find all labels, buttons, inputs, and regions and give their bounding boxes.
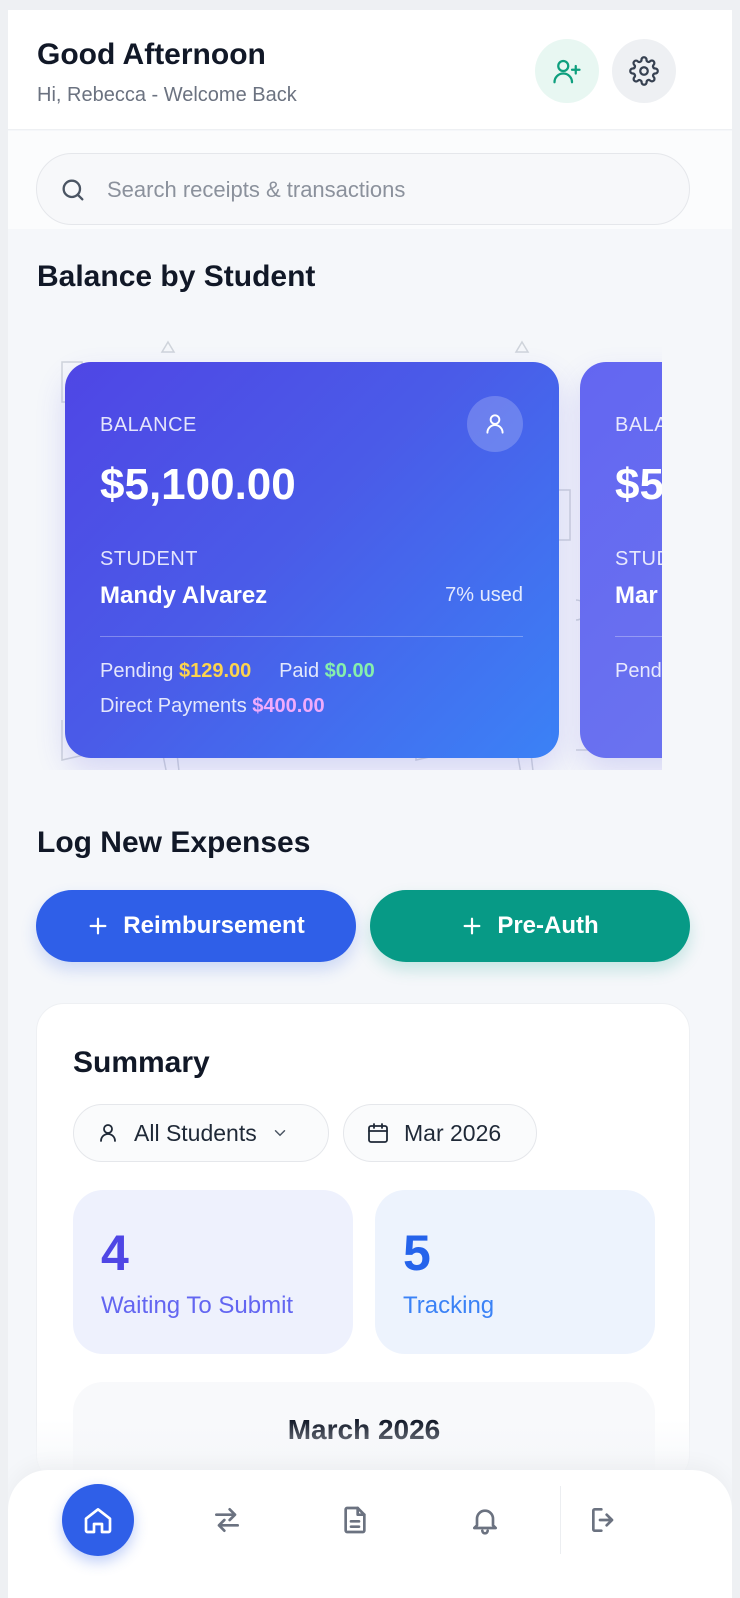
pending-row: Pend xyxy=(615,660,662,683)
nav-transactions[interactable] xyxy=(191,1484,263,1556)
balance-label: BALANCE xyxy=(100,414,197,436)
direct-payments-row: Direct Payments $400.00 xyxy=(100,695,325,718)
person-plus-icon xyxy=(553,59,581,84)
add-reimbursement-button[interactable]: Reimbursement xyxy=(36,890,356,962)
waiting-to-submit-stat[interactable]: 4 Waiting To Submit xyxy=(73,1190,353,1354)
paid-amount: $0.00 xyxy=(324,660,375,682)
reimbursement-label: Reimbursement xyxy=(123,912,305,939)
nav-logout[interactable] xyxy=(568,1484,640,1556)
search-section xyxy=(8,131,732,229)
student-filter-value: All Students xyxy=(134,1119,257,1146)
gear-icon xyxy=(629,56,659,86)
student-name: Mandy Alvarez xyxy=(100,582,268,609)
greeting-title: Good Afternoon xyxy=(37,38,266,71)
summary-card: Summary All Students Mar 2026 4 Waiting … xyxy=(36,1003,690,1512)
tracking-label: Tracking xyxy=(403,1292,495,1319)
balance-section-title: Balance by Student xyxy=(37,260,316,293)
header: Good Afternoon Hi, Rebecca - Welcome Bac… xyxy=(8,10,732,130)
bottom-navigation xyxy=(8,1470,732,1598)
balance-amount: $5,100.00 xyxy=(100,460,296,509)
calendar-icon xyxy=(368,1123,388,1143)
welcome-subtitle: Hi, Rebecca - Welcome Back xyxy=(37,84,297,106)
month-filter-value: Mar 2026 xyxy=(404,1119,502,1146)
person-icon xyxy=(486,414,504,434)
person-icon xyxy=(100,1124,116,1142)
month-filter[interactable]: Mar 2026 xyxy=(343,1104,537,1162)
nav-separator xyxy=(560,1486,561,1554)
waiting-label: Waiting To Submit xyxy=(101,1292,294,1319)
transfer-arrows-icon xyxy=(215,1508,239,1532)
home-icon xyxy=(84,1508,112,1534)
search-bar[interactable] xyxy=(36,153,690,225)
student-label: STUD xyxy=(615,548,662,570)
chevron-down-icon xyxy=(274,1130,285,1137)
student-name: Mar xyxy=(615,582,658,609)
logout-icon xyxy=(592,1508,614,1532)
bell-icon xyxy=(473,1509,497,1535)
nav-documents[interactable] xyxy=(319,1484,391,1556)
student-balance-card[interactable]: BALA $5 STUD Mar Pend xyxy=(580,362,662,758)
document-icon xyxy=(344,1506,366,1534)
nav-notifications[interactable] xyxy=(449,1484,521,1556)
expenses-section-title: Log New Expenses xyxy=(37,826,311,859)
waiting-count: 4 xyxy=(101,1225,129,1281)
direct-payments-label: Direct Payments xyxy=(100,695,247,717)
app-screen: Good Afternoon Hi, Rebecca - Welcome Bac… xyxy=(8,10,732,1598)
paid-label: Paid xyxy=(279,660,320,682)
direct-payments-amount: $400.00 xyxy=(252,695,325,717)
pending-paid-row: Pending $129.00 Paid $0.00 xyxy=(100,660,375,683)
balance-carousel[interactable]: BALANCE $5,100.00 STUDENT Mandy Alvarez … xyxy=(36,340,662,770)
tracking-count: 5 xyxy=(403,1225,431,1281)
tracking-stat[interactable]: 5 Tracking xyxy=(375,1190,655,1354)
pending-amount: $129.00 xyxy=(178,660,252,682)
student-label: STUDENT xyxy=(100,548,198,570)
student-balance-card[interactable]: BALANCE $5,100.00 STUDENT Mandy Alvarez … xyxy=(65,362,559,758)
balance-amount: $5 xyxy=(615,460,662,509)
card-divider xyxy=(100,636,523,637)
preauth-label: Pre-Auth xyxy=(497,912,599,939)
usage-percent: 7% used xyxy=(445,584,523,606)
pending-label: Pend xyxy=(615,660,662,682)
pending-label: Pending xyxy=(100,660,174,682)
balance-label: BALA xyxy=(615,414,662,436)
student-filter-dropdown[interactable]: All Students xyxy=(73,1104,329,1162)
search-icon xyxy=(62,179,84,201)
plus-icon xyxy=(463,917,481,935)
plus-icon xyxy=(89,917,107,935)
student-avatar xyxy=(467,396,523,452)
settings-button[interactable] xyxy=(612,39,676,103)
add-preauth-button[interactable]: Pre-Auth xyxy=(370,890,690,962)
card-divider xyxy=(615,636,662,637)
add-user-button[interactable] xyxy=(535,39,599,103)
summary-title: Summary xyxy=(73,1046,210,1079)
nav-home[interactable] xyxy=(62,1484,134,1556)
search-input[interactable] xyxy=(107,168,667,212)
